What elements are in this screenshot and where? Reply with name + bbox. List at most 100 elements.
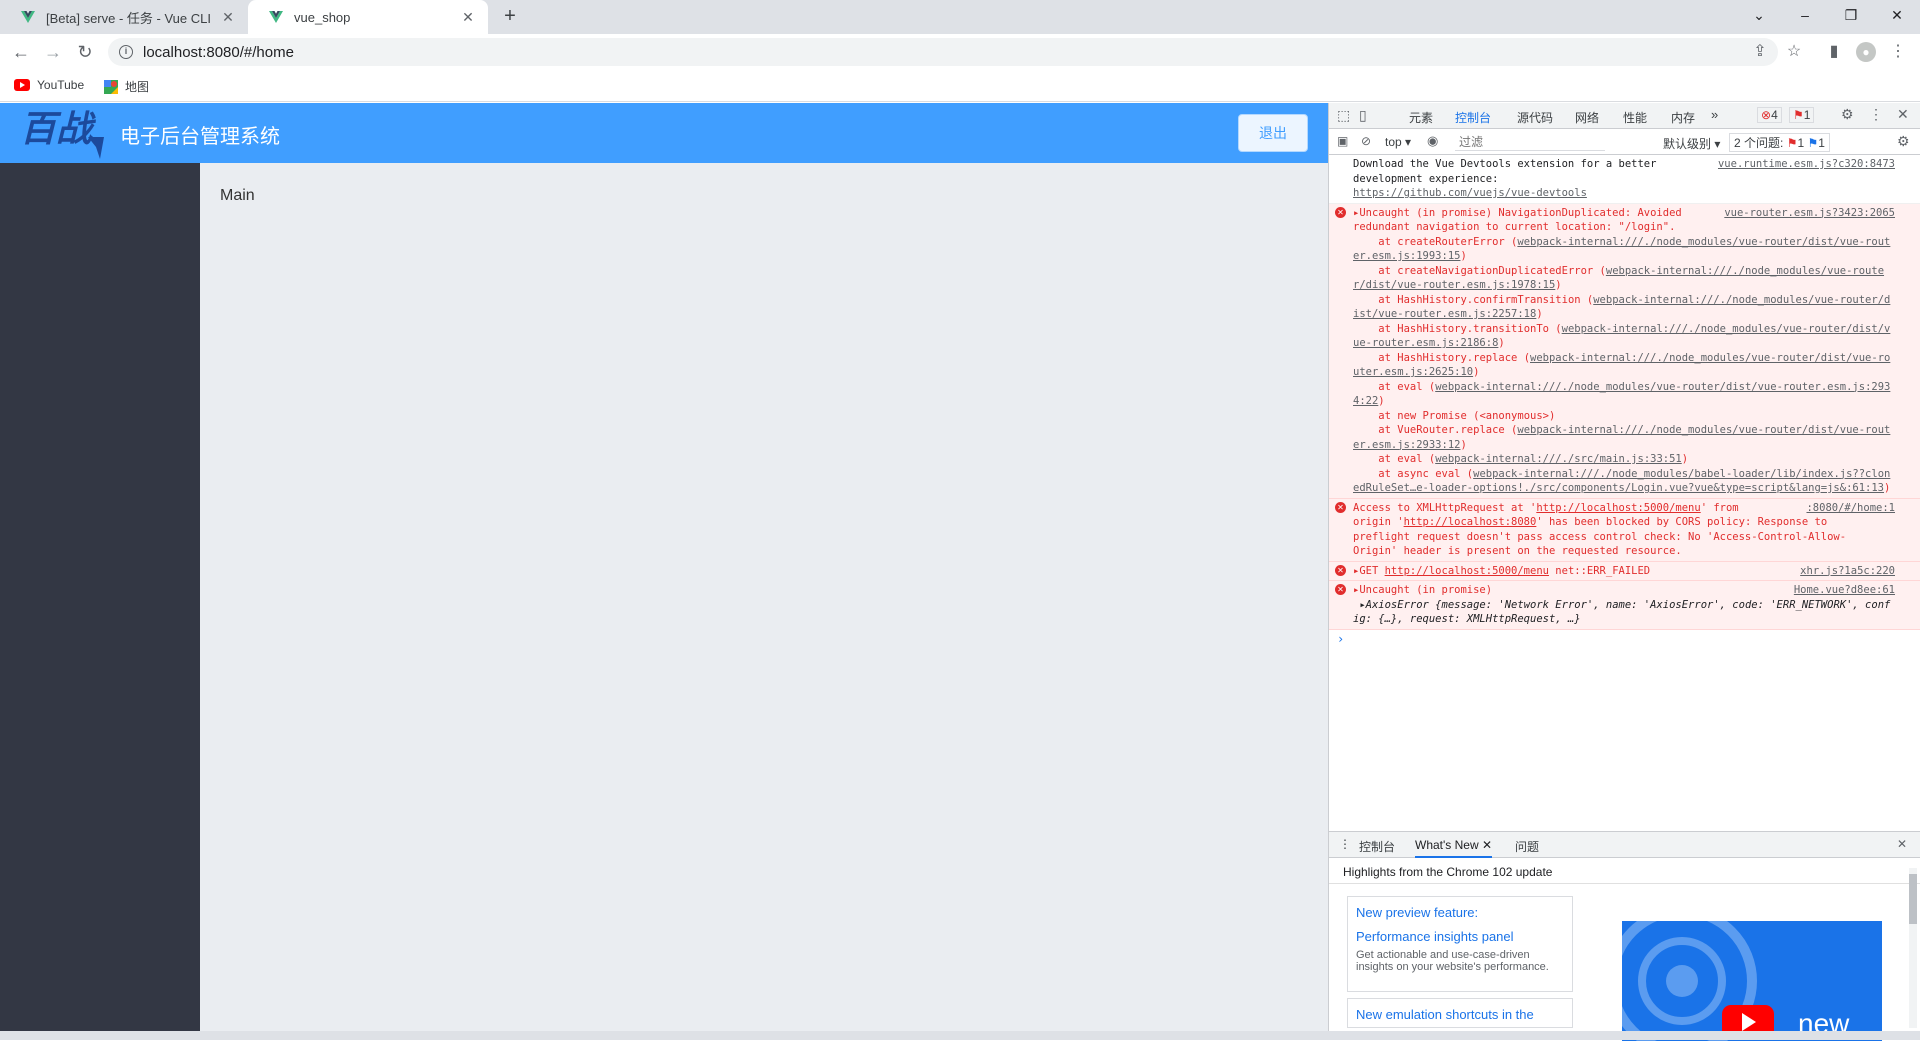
frame-text: at eval ( <box>1353 453 1436 465</box>
axios-error-object[interactable]: ▸AxiosError {message: 'Network Error', n… <box>1353 598 1891 627</box>
new-tab-button[interactable]: + <box>498 5 522 29</box>
frame-text: ) <box>1460 250 1467 262</box>
context-select[interactable]: top ▾ <box>1385 135 1411 149</box>
bookmark-youtube[interactable]: YouTube <box>14 78 84 92</box>
error-icon: ✕ <box>1335 501 1346 513</box>
close-window-button[interactable]: ✕ <box>1874 0 1920 30</box>
close-tab-icon[interactable]: ✕ <box>1482 838 1492 852</box>
console-settings-icon[interactable]: ⚙ <box>1897 133 1910 150</box>
drawer-scrollbar[interactable] <box>1909 868 1917 1028</box>
message-source-link[interactable]: vue.runtime.esm.js?c320:8473 <box>1712 157 1895 172</box>
devtools-tab-sources[interactable]: 源代码 <box>1517 109 1553 126</box>
feature-title[interactable]: New emulation shortcuts in the <box>1356 1003 1564 1027</box>
drawer-menu-icon[interactable]: ⋮ <box>1339 837 1351 851</box>
message-source-link[interactable]: :8080/#/home:1 <box>1800 500 1895 515</box>
bookmarks-bar: YouTube 地图 <box>0 70 1920 102</box>
forward-arrow-icon[interactable]: → <box>41 40 65 64</box>
message-source-link[interactable]: Home.vue?d8ee:61 <box>1787 583 1895 598</box>
more-tabs-icon[interactable]: » <box>1711 107 1718 122</box>
devtools-link[interactable]: https://github.com/vuejs/vue-devtools <box>1353 186 1891 201</box>
vue-logo-icon <box>21 11 35 23</box>
promo-video-thumbnail[interactable]: new <box>1622 921 1882 1041</box>
feature-title[interactable]: New preview feature: <box>1356 901 1564 925</box>
close-tab-icon[interactable]: ✕ <box>220 9 236 25</box>
minimize-button[interactable]: – <box>1782 0 1828 30</box>
drawer-tab-console[interactable]: 控制台 <box>1359 838 1395 855</box>
devtools-tab-network[interactable]: 网络 <box>1575 109 1599 126</box>
side-panel-icon[interactable]: ▮ <box>1824 42 1844 62</box>
request-url-link[interactable]: http://localhost:5000/menu <box>1385 565 1549 577</box>
issues-button[interactable]: 2 个问题: ⚑1 ⚑1 <box>1729 133 1830 152</box>
settings-gear-icon[interactable]: ⚙ <box>1841 106 1854 123</box>
devtools-tab-performance[interactable]: 性能 <box>1623 109 1647 126</box>
devtools-menu-icon[interactable]: ⋮ <box>1869 106 1883 123</box>
profile-avatar[interactable]: ● <box>1856 42 1876 62</box>
issue-count: 1 <box>1803 108 1811 122</box>
close-drawer-icon[interactable]: ✕ <box>1897 837 1907 851</box>
request-url-link[interactable]: http://localhost:5000/menu <box>1536 502 1700 514</box>
stack-frame: at HashHistory.replace (webpack-internal… <box>1353 351 1891 380</box>
console-filter-bar: ▣ ⊘ top ▾ ◉ 默认级别 ▾ 2 个问题: ⚑1 ⚑1 ⚙ <box>1329 129 1920 155</box>
tab-search-icon[interactable]: ⌄ <box>1736 0 1782 30</box>
bookmark-star-icon[interactable]: ☆ <box>1784 42 1804 62</box>
browser-tab-vue-cli[interactable]: [Beta] serve - 任务 - Vue CLI ✕ <box>0 0 248 34</box>
drawer-tab-issues[interactable]: 问题 <box>1515 838 1539 855</box>
live-expression-eye-icon[interactable]: ◉ <box>1427 133 1438 149</box>
frame-text: ) <box>1378 395 1385 407</box>
clear-console-icon[interactable]: ⊘ <box>1361 134 1371 148</box>
logout-button[interactable]: 退出 <box>1238 114 1308 152</box>
frame-text: ) <box>1473 366 1480 378</box>
app-header: 百战 电子后台管理系统 退出 <box>0 103 1328 163</box>
stack-frame: at HashHistory.transitionTo (webpack-int… <box>1353 322 1891 351</box>
browser-tab-vue-shop[interactable]: vue_shop ✕ <box>248 0 488 34</box>
vue-logo-icon <box>269 11 283 23</box>
tab-title: [Beta] serve - 任务 - Vue CLI <box>46 10 211 26</box>
youtube-icon <box>14 79 30 91</box>
close-tab-icon[interactable]: ✕ <box>460 9 476 25</box>
devtools-tab-bar: ⬚ ▯ 元素 控制台 源代码 网络 性能 内存 » ⊗4 ⚑1 ⚙ ⋮ ✕ <box>1329 103 1920 132</box>
device-toolbar-icon[interactable]: ▯ <box>1359 107 1367 124</box>
stack-frame: at eval (webpack-internal:///./src/main.… <box>1353 452 1891 467</box>
reload-icon[interactable]: ↻ <box>73 40 97 64</box>
stack-frame: at createRouterError (webpack-internal:/… <box>1353 235 1891 264</box>
stack-frame: at eval (webpack-internal:///./node_modu… <box>1353 380 1891 409</box>
bookmark-maps[interactable]: 地图 <box>104 78 149 95</box>
message-source-link[interactable]: xhr.js?1a5c:220 <box>1794 563 1895 578</box>
frame-text: at createNavigationDuplicatedError ( <box>1353 264 1606 277</box>
app-title: 电子后台管理系统 <box>120 126 280 148</box>
drawer-tab-whats-new[interactable]: What's New ✕ <box>1415 838 1493 858</box>
feature-card[interactable]: New emulation shortcuts in the <box>1347 998 1573 1028</box>
browser-menu-icon[interactable]: ⋮ <box>1888 42 1908 62</box>
issue-counter[interactable]: ⚑1 <box>1789 107 1815 123</box>
issue-flag-icon: ⚑ <box>1786 136 1798 150</box>
stack-frame: at VueRouter.replace (webpack-internal:/… <box>1353 423 1891 452</box>
feature-title[interactable]: Performance insights panel <box>1356 925 1564 949</box>
stack-trace: at createRouterError (webpack-internal:/… <box>1353 235 1891 496</box>
frame-text: ) <box>1555 279 1562 291</box>
stack-frame: at async eval (webpack-internal:///./nod… <box>1353 467 1891 496</box>
error-counter[interactable]: ⊗4 <box>1757 107 1782 123</box>
sidebar-toggle-icon[interactable]: ▣ <box>1337 134 1348 148</box>
message-source-link[interactable]: vue-router.esm.js?3423:2065 <box>1718 205 1895 220</box>
devtools-tab-elements[interactable]: 元素 <box>1409 109 1433 126</box>
frame-link[interactable]: webpack-internal:///./src/main.js:33:51 <box>1435 453 1682 465</box>
console-filter-input[interactable] <box>1455 133 1605 151</box>
feature-card[interactable]: New preview feature: Performance insight… <box>1347 896 1573 992</box>
origin-link[interactable]: http://localhost:8080 <box>1404 516 1537 528</box>
close-devtools-icon[interactable]: ✕ <box>1897 106 1909 123</box>
log-levels-select[interactable]: 默认级别 ▾ <box>1663 135 1720 152</box>
share-icon[interactable]: ⇪ <box>1750 42 1770 62</box>
frame-text: ) <box>1884 482 1891 494</box>
url-text[interactable]: localhost:8080/#/home <box>143 44 294 61</box>
console-error: ✕ vue-router.esm.js?3423:2065 ▸Uncaught … <box>1329 203 1920 499</box>
console-error: ✕ Home.vue?d8ee:61 ▸Uncaught (in promise… <box>1329 581 1920 630</box>
window-bottom-edge <box>0 1031 1920 1040</box>
console-prompt[interactable]: › <box>1329 630 1920 647</box>
issues-label: 2 个问题: <box>1734 136 1784 150</box>
devtools-tab-memory[interactable]: 内存 <box>1671 109 1695 126</box>
inspect-element-icon[interactable]: ⬚ <box>1337 107 1350 124</box>
back-arrow-icon[interactable]: ← <box>9 40 33 64</box>
address-bar[interactable]: i localhost:8080/#/home <box>108 38 1778 66</box>
site-info-icon[interactable]: i <box>119 45 133 59</box>
maximize-button[interactable]: ❐ <box>1828 0 1874 30</box>
